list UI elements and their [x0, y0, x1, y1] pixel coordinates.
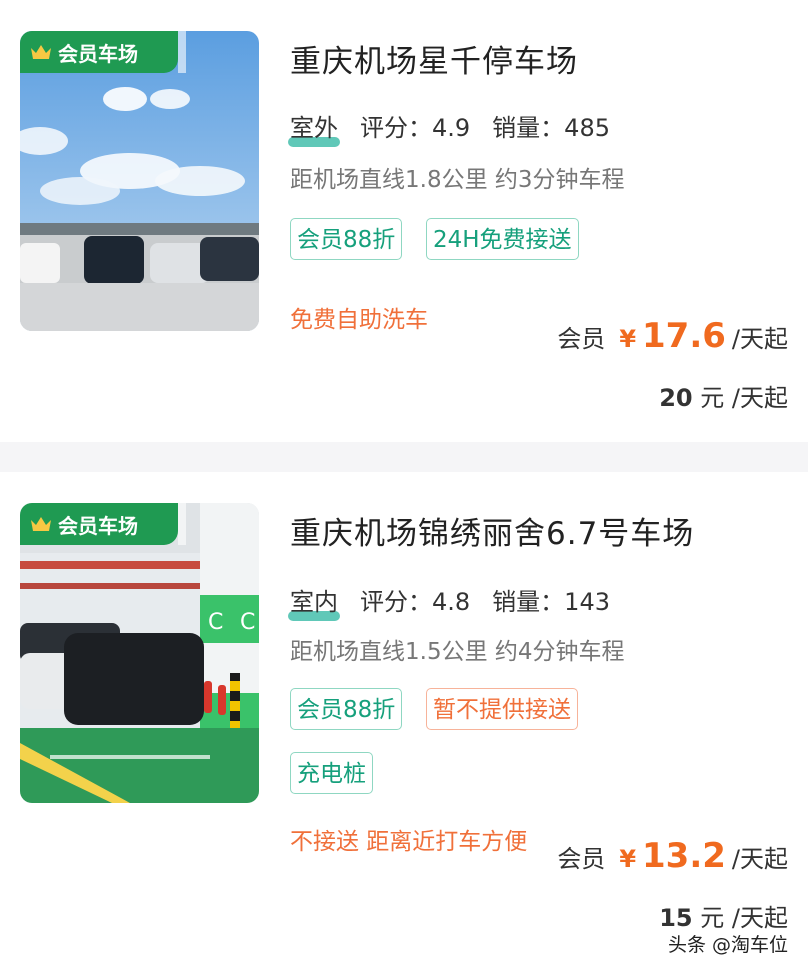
- currency-symbol: ¥: [619, 325, 637, 353]
- parking-lot-photo: C C 会员车场: [20, 503, 259, 803]
- lot-meta: 室外 评分：4.9 销量：485: [288, 108, 610, 147]
- sales-value: 485: [564, 114, 610, 142]
- sales-label: 销量：: [492, 114, 565, 142]
- price-unit: /天起: [731, 845, 788, 873]
- crown-icon: [30, 515, 52, 533]
- member-lot-badge: 会员车场: [20, 503, 186, 545]
- member-price-row: 会员 ¥ 13.2 /天起: [557, 836, 788, 876]
- sales-label: 销量：: [492, 588, 565, 616]
- svg-text:C: C: [240, 610, 255, 635]
- rating-label: 评分：: [360, 114, 432, 142]
- price-unit: /天起: [731, 325, 788, 353]
- source-watermark: 头条 @淘车位: [667, 934, 788, 956]
- parking-lot-photo: 会员车场: [20, 31, 259, 331]
- original-price-row: 20 元 /天起: [659, 378, 788, 413]
- tag-no-shuttle: 暂不提供接送: [426, 688, 578, 730]
- member-lot-badge: 会员车场: [20, 31, 186, 73]
- member-price-row: 会员 ¥ 17.6 /天起: [557, 316, 788, 356]
- original-price: 20: [659, 384, 693, 412]
- badge-label: 会员车场: [58, 513, 138, 538]
- lot-title[interactable]: 重庆机场星千停车场: [290, 36, 578, 81]
- lot-meta: 室内 评分：4.8 销量：143: [288, 582, 610, 621]
- member-price: 17.6: [642, 316, 726, 356]
- lot-promo: 免费自助洗车: [290, 307, 428, 333]
- lot-title[interactable]: 重庆机场锦绣丽舍6.7号车场: [290, 508, 694, 553]
- member-label: 会员: [557, 325, 606, 353]
- outdoor-lot-image: [20, 31, 259, 331]
- lot-distance: 距机场直线1.8公里 约3分钟车程: [290, 167, 625, 193]
- rating-label: 评分：: [360, 588, 432, 616]
- lot-distance: 距机场直线1.5公里 约4分钟车程: [290, 639, 625, 665]
- lot-type: 室外: [288, 108, 340, 147]
- parking-lot-card[interactable]: 会员车场 重庆机场星千停车场 室外 评分：4.9 销量：485 距机场直线1.8公里…: [0, 0, 808, 442]
- rating-value: 4.9: [432, 114, 471, 142]
- tag-member-discount: 会员88折: [290, 688, 403, 730]
- original-price-row: 15 元 /天起: [659, 898, 788, 933]
- member-label: 会员: [557, 845, 606, 873]
- currency-symbol: ¥: [619, 845, 637, 873]
- lot-promo: 不接送 距离近打车方便: [290, 829, 528, 855]
- crown-icon: [30, 43, 52, 61]
- member-price: 13.2: [642, 836, 726, 876]
- rating-value: 4.8: [432, 588, 471, 616]
- original-price-unit: 元 /天起: [700, 384, 788, 412]
- sales-value: 143: [564, 588, 610, 616]
- tag-member-discount: 会员88折: [290, 218, 403, 260]
- svg-text:C: C: [208, 610, 223, 635]
- parking-lot-card[interactable]: C C 会员车场 重庆机场锦绣丽舍6.7号车场 室内评分：4.8 销量：143: [0, 472, 808, 968]
- original-price-unit: 元 /天起: [700, 904, 788, 932]
- tag-charging-pile: 充电桩: [290, 752, 373, 794]
- indoor-lot-image: C C: [20, 503, 259, 803]
- original-price: 15: [659, 904, 693, 932]
- lot-type: 室内: [288, 582, 340, 621]
- badge-label: 会员车场: [58, 41, 138, 66]
- tag-shuttle: 24H免费接送: [426, 218, 579, 260]
